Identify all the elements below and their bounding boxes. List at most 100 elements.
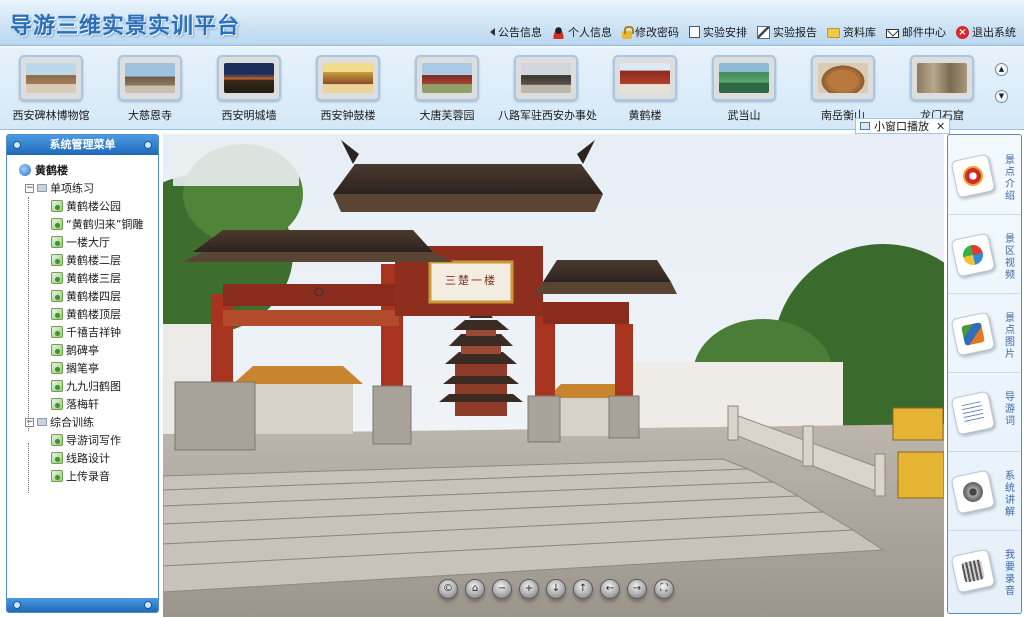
- scenic-spot-item[interactable]: 大唐芙蓉园: [399, 55, 495, 123]
- scenic-spot-item[interactable]: 西安明城墙: [201, 55, 297, 123]
- tree-leaf-item[interactable]: 黄鹤楼顶层: [51, 305, 158, 323]
- pan-right-button[interactable]: →: [627, 579, 647, 599]
- function-label: 系统讲解: [1005, 471, 1015, 518]
- scenic-spot-item[interactable]: 南岳衡山: [795, 55, 891, 123]
- function-label: 景区视频: [1005, 234, 1015, 281]
- scenic-spot-item[interactable]: 西安钟鼓楼: [300, 55, 396, 123]
- tree-leaf-item[interactable]: 黄鹤楼公园: [51, 197, 158, 215]
- sidebar-header: 系统管理菜单: [7, 135, 158, 155]
- record-icon: [950, 548, 996, 594]
- folder-icon: [37, 184, 47, 192]
- tree-leaf-item[interactable]: 搁笔亭: [51, 359, 158, 377]
- nav-experiment-report-label: 实验报告: [773, 26, 817, 39]
- folder-icon: [37, 418, 47, 426]
- zoom-out-button[interactable]: −: [492, 579, 512, 599]
- page-icon: [51, 398, 63, 410]
- nav-mail-center[interactable]: 邮件中心: [886, 24, 946, 40]
- page-icon: [51, 236, 63, 248]
- nav-experiment-report[interactable]: 实验报告: [757, 24, 817, 40]
- scroll-down-button[interactable]: ▼: [995, 90, 1008, 103]
- scenic-spot-thumbnail: [316, 55, 380, 101]
- scroll-up-button[interactable]: ▲: [995, 63, 1008, 76]
- tree-leaf-item[interactable]: 鹅碑亭: [51, 341, 158, 359]
- small-window-label: 小窗口播放: [874, 120, 929, 133]
- pan-left-button[interactable]: ←: [600, 579, 620, 599]
- scenic-spot-label: 黄鹤楼: [628, 109, 662, 122]
- audio-explain-icon: [950, 469, 996, 515]
- function-pictures[interactable]: 景点图片: [948, 295, 1021, 373]
- tree-group-comprehensive-training[interactable]: − 综合训练: [25, 413, 158, 431]
- zoom-in-button[interactable]: +: [519, 579, 539, 599]
- person-icon: [552, 25, 565, 39]
- tree-leaf-item[interactable]: 落梅轩: [51, 395, 158, 413]
- exit-icon: ×: [956, 25, 969, 39]
- tree-leaf-label: “黄鹤归来”铜雕: [66, 218, 144, 231]
- tree-leaf-label: 鹅碑亭: [66, 344, 99, 357]
- page-icon: [51, 326, 63, 338]
- tree-leaf-item[interactable]: 黄鹤楼四层: [51, 287, 158, 305]
- collapse-toggle-icon[interactable]: −: [25, 183, 34, 193]
- fullscreen-button[interactable]: ⛶: [654, 579, 674, 599]
- scenic-spot-thumbnail: [712, 55, 776, 101]
- header-knob-icon: [13, 141, 21, 149]
- tree-leaf-item[interactable]: 线路设计: [51, 449, 158, 467]
- function-intro[interactable]: 景点介绍: [948, 137, 1021, 215]
- tree-leaf-item[interactable]: “黄鹤归来”铜雕: [51, 215, 158, 233]
- page-icon: [51, 344, 63, 356]
- tree-leaf-label: 黄鹤楼公园: [66, 200, 121, 213]
- panorama-viewer[interactable]: 三楚一楼 © ⌂ − + ↓ ↑ ← → ⛶: [163, 134, 944, 617]
- scenic-spot-item[interactable]: 黄鹤楼: [597, 55, 693, 123]
- collapse-toggle-icon[interactable]: −: [25, 417, 34, 427]
- tree-leaf-item[interactable]: 导游词写作: [51, 431, 158, 449]
- folder-icon: [827, 28, 840, 38]
- globe-icon: [19, 164, 31, 176]
- tree-leaf-item[interactable]: 黄鹤楼三层: [51, 269, 158, 287]
- tree-leaf-label: 黄鹤楼顶层: [66, 308, 121, 321]
- nav-library[interactable]: 资料库: [827, 24, 876, 40]
- scenic-spot-thumbnail: [415, 55, 479, 101]
- scenic-spot-item[interactable]: 大慈恩寺: [102, 55, 198, 123]
- tree-leaf-label: 一楼大厅: [66, 236, 110, 249]
- lock-icon: [622, 25, 634, 39]
- scenic-spot-item[interactable]: 八路军驻西安办事处: [498, 55, 597, 123]
- nav-change-password[interactable]: 修改密码: [622, 24, 679, 40]
- scenic-spot-item[interactable]: 武当山: [696, 55, 792, 123]
- system-menu-sidebar: 系统管理菜单 黄鹤楼 − 单项练习 黄鹤楼公园 “黄鹤归来”铜雕 一楼大厅 黄鹤…: [6, 134, 159, 613]
- look-down-button[interactable]: ↓: [546, 579, 566, 599]
- function-video[interactable]: 景区视频: [948, 216, 1021, 294]
- nav-mail-center-label: 邮件中心: [902, 26, 946, 39]
- scenic-spot-thumbnail: [811, 55, 875, 101]
- look-up-button[interactable]: ↑: [573, 579, 593, 599]
- copyright-button[interactable]: ©: [438, 579, 458, 599]
- sidebar-footer: [7, 598, 158, 612]
- tree-leaf-item[interactable]: 黄鹤楼二层: [51, 251, 158, 269]
- small-window-play-button[interactable]: 小窗口播放 ✕: [855, 118, 951, 134]
- sidebar-header-label: 系统管理菜单: [49, 138, 116, 151]
- function-guide-script[interactable]: 导游词: [948, 374, 1021, 452]
- nav-notice-label: 公告信息: [498, 26, 542, 39]
- nav-notice[interactable]: 公告信息: [490, 24, 542, 40]
- tree-group-single-practice[interactable]: − 单项练习: [25, 179, 158, 197]
- video-icon: [950, 232, 996, 278]
- scenic-spot-thumbnail: [118, 55, 182, 101]
- page-icon: [51, 290, 63, 302]
- tree-leaf-item[interactable]: 一楼大厅: [51, 233, 158, 251]
- function-label: 景点介绍: [1005, 155, 1015, 202]
- tree-leaf-item[interactable]: 千禧吉祥钟: [51, 323, 158, 341]
- tree-leaf-item[interactable]: 上传录音: [51, 467, 158, 485]
- tree-leaf-item[interactable]: 九九归鹤图: [51, 377, 158, 395]
- tree-root-item[interactable]: 黄鹤楼: [19, 161, 158, 179]
- page-icon: [51, 452, 63, 464]
- menu-tree: 黄鹤楼 − 单项练习 黄鹤楼公园 “黄鹤归来”铜雕 一楼大厅 黄鹤楼二层 黄鹤楼…: [7, 155, 158, 493]
- panorama-scene: [163, 134, 944, 617]
- footer-knob-icon: [13, 601, 21, 609]
- nav-profile[interactable]: 个人信息: [552, 24, 612, 40]
- scenic-spot-item[interactable]: 西安碑林博物馆: [3, 55, 99, 123]
- nav-logout[interactable]: × 退出系统: [956, 24, 1016, 40]
- close-icon[interactable]: ✕: [936, 120, 945, 133]
- scenic-spot-item[interactable]: 龙门石窟: [894, 55, 990, 123]
- home-button[interactable]: ⌂: [465, 579, 485, 599]
- nav-experiment-schedule[interactable]: 实验安排: [689, 24, 747, 40]
- function-record[interactable]: 我要录音: [948, 532, 1021, 610]
- function-system-explain[interactable]: 系统讲解: [948, 453, 1021, 531]
